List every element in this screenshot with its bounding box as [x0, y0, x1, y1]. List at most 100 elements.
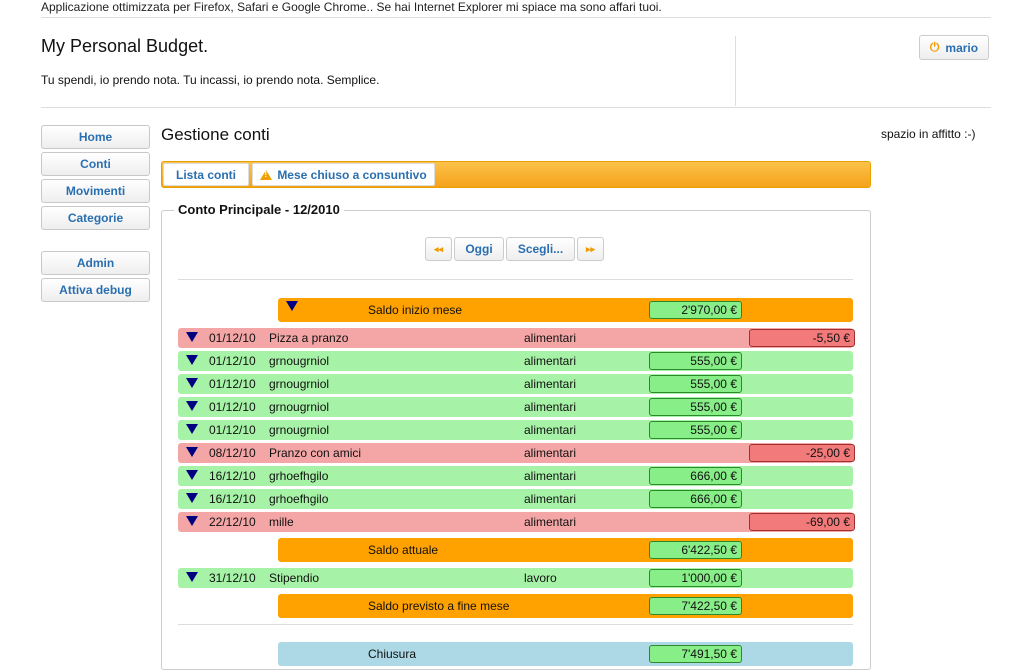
movement-date: 01/12/10	[209, 400, 256, 414]
movement-category: alimentari	[524, 400, 577, 414]
row-amount: 7'422,50 €	[649, 597, 742, 615]
movement-date: 08/12/10	[209, 446, 256, 460]
movement-row[interactable]: 31/12/10 Stipendio lavoro 1'000,00 €	[178, 568, 853, 588]
expand-triangle-icon[interactable]	[186, 470, 198, 480]
row-label: Saldo inizio mese	[368, 303, 463, 317]
row-amount: 7'491,50 €	[649, 645, 742, 663]
movement-desc: Pranzo con amici	[269, 446, 362, 460]
page-title: Gestione conti	[161, 125, 270, 144]
expand-triangle-icon[interactable]	[186, 572, 198, 582]
row-label: Saldo attuale	[368, 543, 439, 557]
movement-row[interactable]: 01/12/10 grnougrniol alimentari 555,00 €	[178, 397, 853, 417]
movement-desc: mille	[269, 515, 294, 529]
movement-row[interactable]: 08/12/10 Pranzo con amici alimentari -25…	[178, 443, 855, 463]
expand-triangle-icon[interactable]	[186, 378, 198, 388]
expand-triangle-icon[interactable]	[186, 355, 198, 365]
movement-amount: 666,00 €	[649, 490, 742, 508]
movement-amount: 555,00 €	[649, 375, 742, 393]
movement-date: 01/12/10	[209, 377, 256, 391]
divider	[41, 107, 991, 108]
choose-month-button[interactable]: Scegli...	[506, 237, 575, 261]
site-tagline: Tu spendi, io prendo nota. Tu incassi, i…	[41, 73, 380, 87]
sidebar-item-home[interactable]: Home	[41, 125, 150, 149]
row-label: Chiusura	[368, 647, 417, 661]
expand-triangle-icon[interactable]	[186, 424, 198, 434]
row-amount: 6'422,50 €	[649, 541, 742, 559]
movement-category: alimentari	[524, 331, 577, 345]
movement-desc: Stipendio	[269, 571, 320, 585]
movement-desc: grhoefhgilo	[269, 492, 329, 506]
expand-triangle-icon[interactable]	[186, 447, 198, 457]
divider	[178, 624, 853, 625]
movement-date: 16/12/10	[209, 492, 256, 506]
movement-row[interactable]: 01/12/10 grnougrniol alimentari 555,00 €	[178, 420, 853, 440]
movement-row[interactable]: 01/12/10 grnougrniol alimentari 555,00 €	[178, 374, 853, 394]
closing-balance-row: Chiusura 7'491,50 €	[278, 642, 853, 666]
movement-amount: 555,00 €	[649, 352, 742, 370]
movement-date: 01/12/10	[209, 331, 256, 345]
expand-triangle-icon[interactable]	[286, 301, 298, 311]
movement-date: 01/12/10	[209, 423, 256, 437]
tab-bar: Lista conti Mese chiuso a consuntivo	[161, 161, 871, 188]
movement-category: alimentari	[524, 423, 577, 437]
sidebar-item-conti[interactable]: Conti	[41, 152, 150, 176]
divider	[41, 17, 991, 18]
sidebar-item-categorie[interactable]: Categorie	[41, 206, 150, 230]
ad-space: spazio in affitto :-)	[881, 127, 976, 141]
movement-category: alimentari	[524, 446, 577, 460]
movement-row[interactable]: 22/12/10 mille alimentari -69,00 €	[178, 512, 855, 532]
movement-desc: grnougrniol	[269, 354, 330, 368]
user-name: mario	[945, 40, 979, 55]
movement-row[interactable]: 16/12/10 grhoefhgilo alimentari 666,00 €	[178, 466, 853, 486]
movement-category: alimentari	[524, 377, 577, 391]
movement-category: lavoro	[524, 571, 557, 585]
divider	[178, 279, 853, 280]
sidebar-item-debug[interactable]: Attiva debug	[41, 278, 150, 302]
movement-date: 31/12/10	[209, 571, 256, 585]
expand-triangle-icon[interactable]	[186, 401, 198, 411]
opening-balance-row: Saldo inizio mese 2'970,00 €	[278, 298, 853, 322]
sidebar-item-movimenti[interactable]: Movimenti	[41, 179, 150, 203]
movement-amount: -5,50 €	[749, 329, 855, 347]
movement-desc: grhoefhgilo	[269, 469, 329, 483]
forecast-balance-row: Saldo previsto a fine mese 7'422,50 €	[278, 594, 853, 618]
warning-icon	[260, 169, 273, 180]
movement-amount: -69,00 €	[749, 513, 855, 531]
movement-row[interactable]: 01/12/10 grnougrniol alimentari 555,00 €	[178, 351, 853, 371]
movement-date: 16/12/10	[209, 469, 256, 483]
movement-desc: Pizza a pranzo	[269, 331, 349, 345]
movement-desc: grnougrniol	[269, 423, 330, 437]
prev-month-button[interactable]: ◂◂	[425, 237, 452, 261]
today-button[interactable]: Oggi	[454, 237, 504, 261]
tab-lista-conti[interactable]: Lista conti	[163, 163, 249, 186]
movement-amount: 1'000,00 €	[649, 569, 742, 587]
expand-triangle-icon[interactable]	[186, 332, 198, 342]
movement-row[interactable]: 01/12/10 Pizza a pranzo alimentari -5,50…	[178, 328, 855, 348]
browser-notice: Applicazione ottimizzata per Firefox, Sa…	[41, 0, 662, 14]
movement-amount: 666,00 €	[649, 467, 742, 485]
movement-row[interactable]: 16/12/10 grhoefhgilo alimentari 666,00 €	[178, 489, 853, 509]
movement-category: alimentari	[524, 354, 577, 368]
sidebar-item-admin[interactable]: Admin	[41, 251, 150, 275]
site-title: My Personal Budget.	[41, 36, 209, 56]
header-separator	[735, 36, 736, 106]
movement-desc: grnougrniol	[269, 400, 330, 414]
next-month-button[interactable]: ▸▸	[577, 237, 604, 261]
current-balance-row: Saldo attuale 6'422,50 €	[278, 538, 853, 562]
movement-category: alimentari	[524, 515, 577, 529]
row-amount: 2'970,00 €	[649, 301, 742, 319]
expand-triangle-icon[interactable]	[186, 516, 198, 526]
movement-date: 22/12/10	[209, 515, 256, 529]
account-legend: Conto Principale - 12/2010	[174, 202, 344, 217]
movement-desc: grnougrniol	[269, 377, 330, 391]
movement-amount: 555,00 €	[649, 421, 742, 439]
user-logout-button[interactable]: ⏻ mario	[919, 35, 989, 60]
power-icon: ⏻	[929, 40, 940, 54]
movement-category: alimentari	[524, 492, 577, 506]
tab-label: Mese chiuso a consuntivo	[277, 167, 427, 182]
tab-mese-chiuso[interactable]: Mese chiuso a consuntivo	[252, 163, 435, 186]
movement-date: 01/12/10	[209, 354, 256, 368]
movement-amount: -25,00 €	[749, 444, 855, 462]
expand-triangle-icon[interactable]	[186, 493, 198, 503]
movement-amount: 555,00 €	[649, 398, 742, 416]
